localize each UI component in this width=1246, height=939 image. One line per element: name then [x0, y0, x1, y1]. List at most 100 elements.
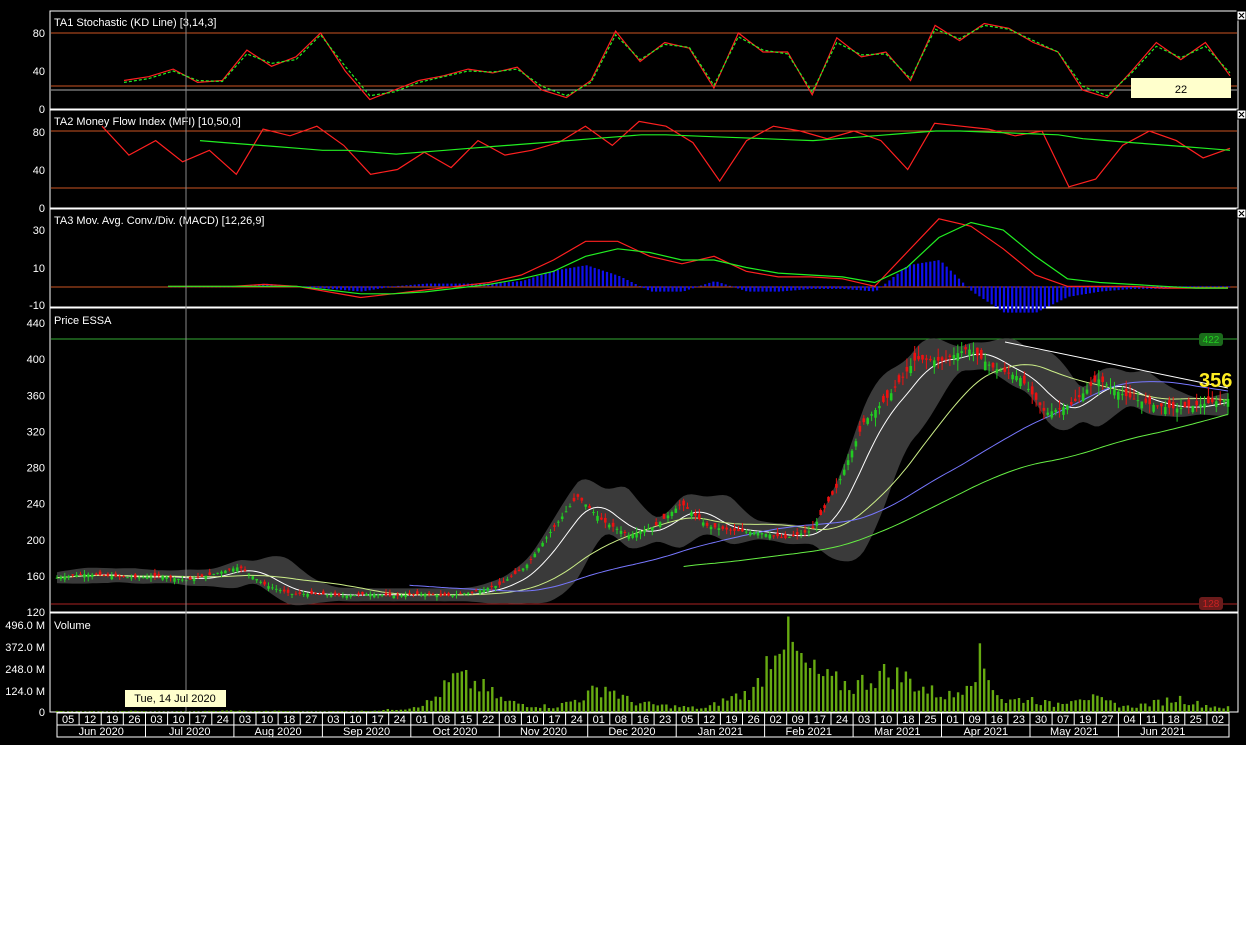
volume-bar: [865, 689, 868, 712]
stoch-k-line: [123, 22, 1231, 101]
volume-bar: [665, 704, 668, 712]
candle-body: [517, 569, 521, 572]
volume-bar: [408, 708, 411, 712]
candle-body: [545, 537, 548, 539]
volume-bar: [621, 694, 625, 712]
volume-bar: [952, 697, 955, 712]
macd-hist-bar: [540, 274, 543, 287]
ma-longest-line: [683, 413, 1229, 567]
macd-hist-bar: [1072, 286, 1075, 296]
volume-bar: [547, 708, 551, 712]
volume-bar: [691, 706, 694, 712]
volume-bar: [247, 711, 250, 712]
candle-body: [737, 529, 740, 532]
candle-body: [87, 574, 90, 578]
macd-hist-bar: [908, 264, 911, 287]
volume-bar: [338, 711, 342, 712]
volume-bar: [1148, 706, 1151, 712]
candle-body: [333, 592, 337, 596]
macd-hist-bar: [1019, 286, 1022, 313]
candle-body: [521, 568, 525, 571]
volume-bar: [295, 711, 298, 712]
candle-body: [98, 571, 102, 576]
volume-bar: [1213, 706, 1217, 712]
price-tick: 360: [27, 390, 45, 402]
candle-body: [964, 347, 967, 350]
candle-body: [431, 594, 435, 596]
volume-bar: [726, 700, 729, 712]
macd-hist-bar: [315, 286, 318, 288]
macd-hist-bar: [900, 270, 903, 287]
volume-panel[interactable]: [49, 612, 1239, 713]
volume-title: Volume: [54, 620, 91, 632]
stoch-panel[interactable]: [49, 10, 1239, 110]
macd-hist-bar: [528, 278, 531, 287]
candle-body: [745, 531, 748, 533]
candle-body: [1128, 392, 1132, 398]
price-tick: 160: [27, 571, 45, 583]
volume-bar: [73, 711, 76, 712]
macd-hist-bar: [581, 265, 584, 287]
candle-body: [130, 577, 133, 579]
candle-body: [1019, 378, 1022, 387]
macd-hist-bar: [777, 286, 780, 292]
volume-bar: [848, 690, 851, 712]
candle-body: [294, 593, 298, 595]
macd-hist-bar: [962, 282, 965, 287]
macd-hist-bar: [741, 286, 744, 290]
macd-hist-bar: [368, 286, 371, 291]
volume-bar: [1052, 706, 1056, 712]
day-label: 18: [283, 714, 295, 726]
candle-body: [756, 532, 760, 536]
candle-body: [913, 352, 916, 361]
candle-body: [349, 595, 352, 597]
macd-hist-bar: [655, 286, 658, 292]
day-label: 10: [172, 714, 184, 726]
macd-hist-bar: [339, 286, 343, 290]
macd-hist-bar: [929, 261, 932, 287]
day-label: 18: [1168, 714, 1180, 726]
volume-bar: [965, 685, 968, 712]
volume-bar: [1131, 707, 1134, 712]
month-label: Jun 2021: [1140, 726, 1185, 738]
candle-body: [251, 576, 255, 580]
volume-bar: [769, 669, 773, 712]
volume-bar: [491, 687, 494, 712]
volume-bar: [1004, 703, 1008, 712]
volume-bar: [1183, 704, 1186, 712]
candle-body: [525, 564, 529, 569]
macd-hist-bar: [372, 286, 375, 290]
candle-body: [345, 595, 349, 599]
volume-bar: [1118, 707, 1121, 712]
candle-body: [572, 497, 576, 501]
volume-bar: [578, 702, 581, 712]
candle-body: [510, 575, 513, 577]
candle-body: [733, 528, 736, 531]
candle-body: [698, 514, 701, 519]
macd-title: TA3 Mov. Avg. Conv./Div. (MACD) [12,26,9…: [54, 215, 265, 227]
day-label: 02: [770, 714, 782, 726]
macd-hist-bar: [507, 282, 510, 287]
candle-body: [369, 594, 372, 597]
candle-body: [513, 570, 517, 574]
candle-body: [925, 358, 928, 360]
volume-bar: [264, 710, 268, 712]
day-label: 19: [725, 714, 737, 726]
month-label: Aug 2020: [255, 726, 302, 738]
candle-body: [181, 579, 184, 581]
macd-hist-bar: [1031, 286, 1034, 313]
candle-body: [795, 532, 799, 535]
candle-body: [486, 588, 490, 591]
candle-body: [404, 595, 407, 598]
macd-hist-bar: [749, 286, 752, 292]
volume-bar: [1222, 708, 1225, 712]
candle-body: [1038, 402, 1042, 406]
candle-body: [208, 572, 211, 575]
candle-body: [282, 589, 286, 592]
candle-body: [1179, 407, 1183, 409]
macd-hist-bar: [863, 286, 866, 291]
volume-bar: [761, 686, 764, 712]
day-label: 16: [991, 714, 1003, 726]
volume-bar: [430, 700, 433, 712]
macd-hist-bar: [384, 286, 388, 288]
